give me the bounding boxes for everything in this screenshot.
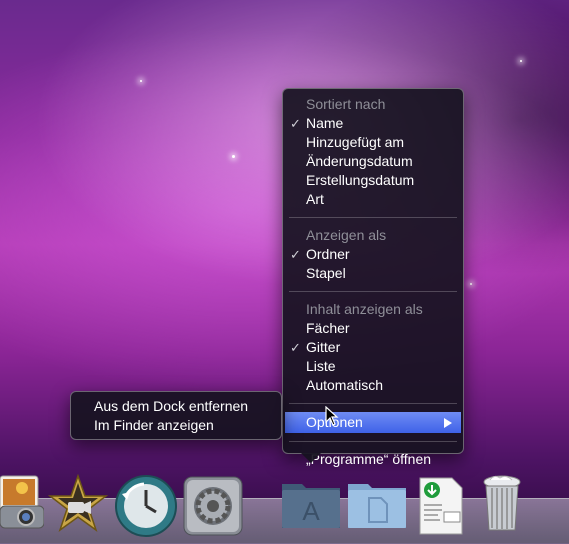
checkmark-icon: ✓ [290,247,301,262]
checkmark-icon: ✓ [290,116,301,131]
menu-separator [289,217,457,218]
wallpaper-star [470,283,472,285]
dock-context-menu: Sortiert nach ✓ Name Hinzugefügt am Änder… [282,88,464,467]
menu-item-remove-from-dock[interactable]: Aus dem Dock entfernen [71,397,281,416]
menu-header-display-as: Anzeigen als [306,227,387,243]
pdf-download-icon[interactable] [418,476,464,536]
menu-item-label: Ordner [306,246,350,262]
documents-folder-icon[interactable] [346,478,408,530]
system-preferences-icon[interactable] [183,476,243,536]
menu-separator [289,403,457,404]
wallpaper-star [520,60,522,62]
mouse-pointer-icon [325,406,339,426]
menu-item-display-stack[interactable]: Stapel [283,264,463,283]
menu-separator [289,441,457,442]
iphoto-icon[interactable] [0,474,45,530]
menu-header-view-content-as: Inhalt anzeigen als [306,301,423,317]
wallpaper-star [232,155,235,158]
menu-item-display-folder[interactable]: ✓ Ordner [283,245,463,264]
menu-item-view-list[interactable]: Liste [283,357,463,376]
menu-item-show-in-finder[interactable]: Im Finder anzeigen [71,416,281,435]
menu-item-sort-date-modified[interactable]: Änderungsdatum [283,152,463,171]
menu-item-sort-date-created[interactable]: Erstellungsdatum [283,171,463,190]
applications-folder-icon[interactable]: A [280,478,342,530]
imovie-icon[interactable] [47,473,109,534]
menu-item-sort-date-added[interactable]: Hinzugefügt am [283,133,463,152]
menu-item-label: Gitter [306,339,341,355]
svg-text:A: A [302,496,320,526]
submenu-arrow-icon [444,418,452,428]
menu-header-sort: Sortiert nach [306,96,386,112]
menu-item-options[interactable]: Optionen [285,412,461,433]
wallpaper-star [140,80,142,82]
checkmark-icon: ✓ [290,340,301,355]
menu-item-label: Name [306,115,344,131]
menu-item-view-grid[interactable]: ✓ Gitter [283,338,463,357]
trash-icon[interactable] [482,472,522,534]
menu-separator [289,291,457,292]
time-machine-icon[interactable] [114,474,178,538]
menu-item-view-automatic[interactable]: Automatisch [283,376,463,395]
menu-pointer-tip [301,453,321,463]
menu-item-sort-kind[interactable]: Art [283,190,463,209]
options-submenu: Aus dem Dock entfernen Im Finder anzeige… [70,391,282,440]
menu-item-view-fan[interactable]: Fächer [283,319,463,338]
menu-item-sort-name[interactable]: ✓ Name [283,114,463,133]
